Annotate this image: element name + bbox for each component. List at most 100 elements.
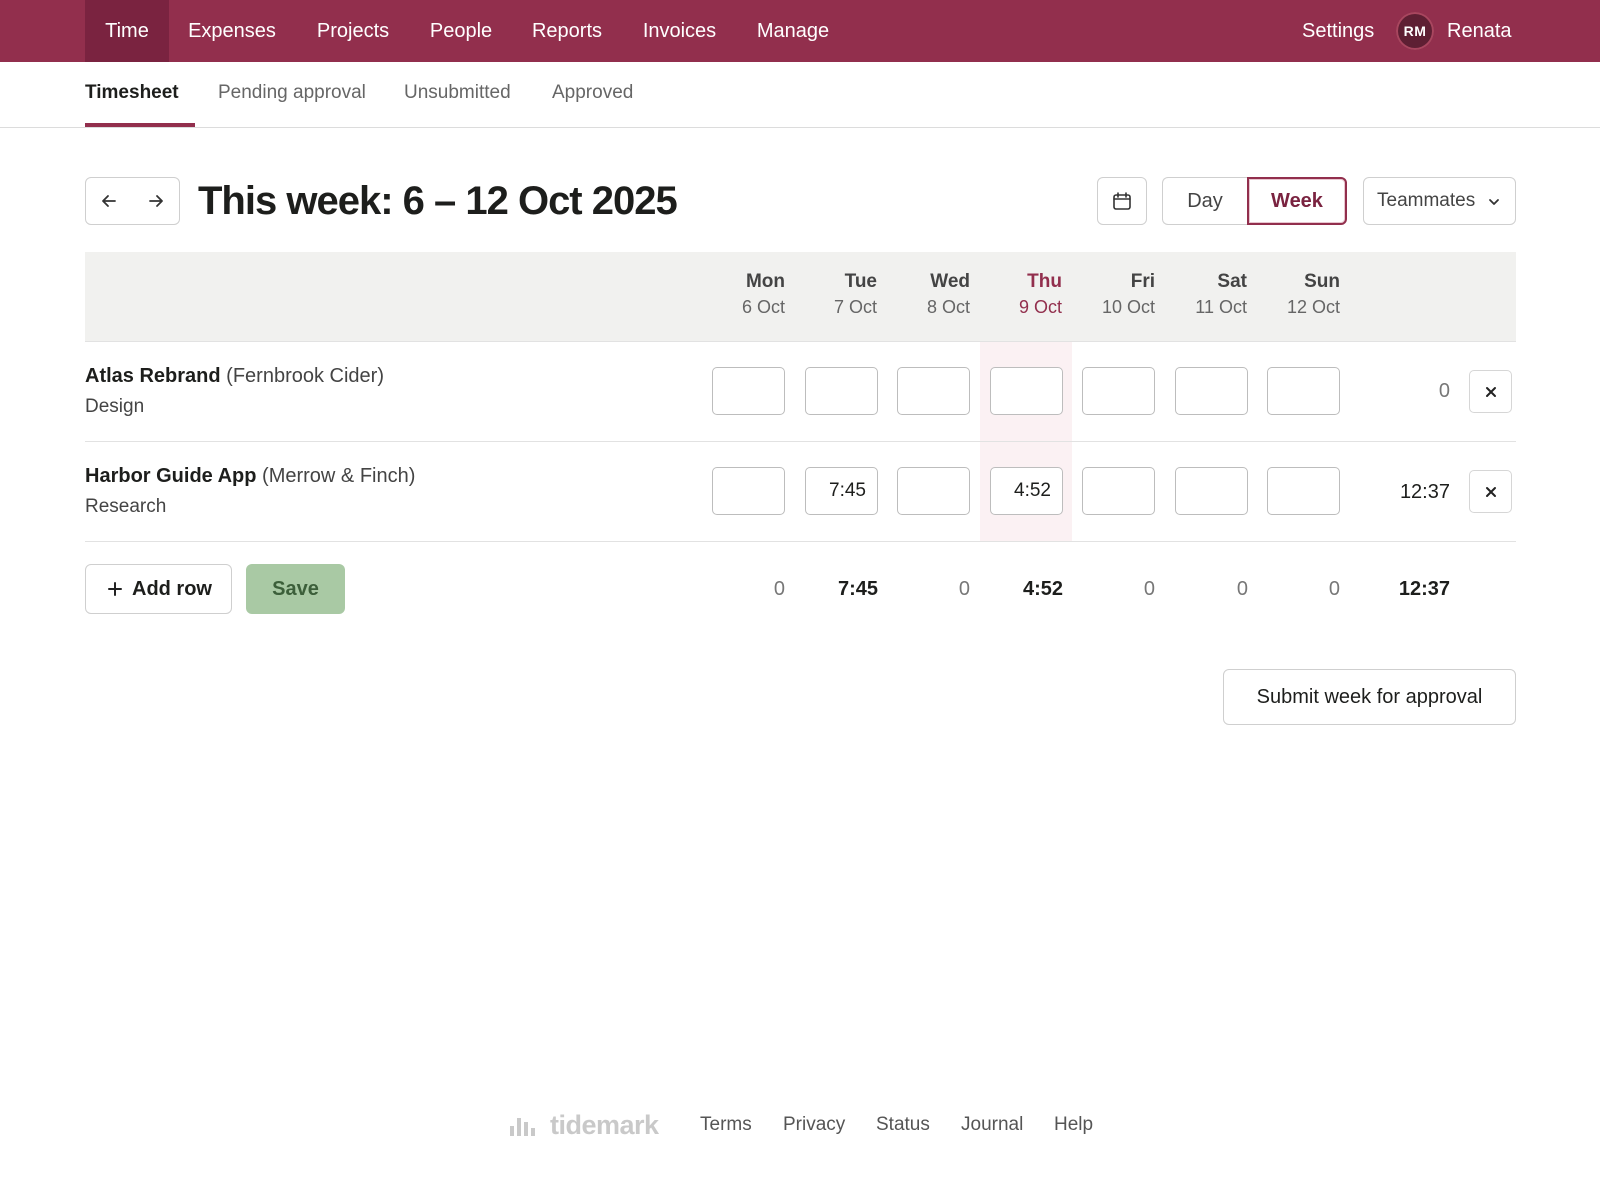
day-date: 7 Oct — [833, 297, 877, 317]
nav-tab-people[interactable]: People — [419, 0, 503, 62]
day-header-sun: Sun 12 Oct — [1250, 270, 1340, 320]
day-header-thu: Thu 9 Oct — [972, 270, 1062, 320]
previous-week-button[interactable] — [85, 177, 133, 225]
day-name: Wed — [930, 271, 970, 292]
row-task: Research — [85, 496, 167, 517]
day-header-wed: Wed 8 Oct — [880, 270, 970, 320]
day-name: Tue — [844, 271, 877, 292]
hours-input-harbor-sun[interactable] — [1267, 467, 1340, 515]
row-project: Atlas Rebrand (Fernbrook Cider) — [85, 363, 384, 389]
row-divider — [85, 441, 1516, 442]
project-name: Harbor Guide App — [85, 465, 257, 487]
row-task: Design — [85, 396, 145, 417]
brand-wordmark: tidemark — [550, 1109, 659, 1140]
day-total-thu: 4:52 — [1022, 578, 1063, 600]
hours-input-atlas-wed[interactable] — [897, 367, 970, 415]
hours-input-atlas-sun[interactable] — [1267, 367, 1340, 415]
nav-tab-manage[interactable]: Manage — [748, 0, 838, 62]
day-name: Sat — [1217, 271, 1247, 292]
bar-chart-logo-icon — [510, 1118, 535, 1136]
active-tab-indicator — [85, 123, 195, 127]
day-name: Mon — [745, 271, 785, 292]
day-header-tue: Tue 7 Oct — [787, 270, 877, 320]
row-project: Harbor Guide App (Merrow & Finch) — [85, 463, 415, 489]
nav-tab-reports[interactable]: Reports — [521, 0, 613, 62]
teammates-label: Teammates — [1377, 190, 1476, 211]
project-name: Atlas Rebrand — [85, 365, 221, 387]
calendar-icon — [1113, 192, 1131, 210]
arrow-left-icon — [102, 195, 116, 207]
view-day-button[interactable]: Day — [1162, 177, 1247, 225]
hours-input-harbor-wed[interactable] — [897, 467, 970, 515]
day-header-sat: Sat 11 Oct — [1157, 270, 1247, 320]
footer-link-status[interactable]: Status — [876, 1112, 930, 1138]
footer-link-terms[interactable]: Terms — [700, 1112, 752, 1138]
user-name[interactable]: Renata — [1447, 0, 1512, 62]
submit-week-button[interactable]: Submit week for approval — [1223, 669, 1516, 725]
footer-link-help[interactable]: Help — [1054, 1112, 1093, 1138]
day-total-sat: 0 — [1236, 578, 1248, 600]
day-total-sun: 0 — [1328, 578, 1340, 600]
day-total-tue: 7:45 — [837, 578, 878, 600]
day-total-fri: 0 — [1143, 578, 1155, 600]
hours-input-harbor-sat[interactable] — [1175, 467, 1248, 515]
hours-input-atlas-sat[interactable] — [1175, 367, 1248, 415]
footer-brand[interactable]: tidemark — [510, 1108, 659, 1142]
nav-tab-invoices[interactable]: Invoices — [630, 0, 729, 62]
plus-icon — [108, 582, 122, 596]
day-total-mon: 0 — [773, 578, 785, 600]
add-row-label: Add row — [132, 578, 212, 600]
settings-link[interactable]: Settings — [1302, 0, 1374, 62]
row-divider — [85, 541, 1516, 542]
hours-input-harbor-mon[interactable] — [712, 467, 785, 515]
day-header-fri: Fri 10 Oct — [1065, 270, 1155, 320]
avatar[interactable]: RM — [1396, 12, 1434, 50]
save-button[interactable]: Save — [246, 564, 345, 614]
client-name: (Fernbrook Cider) — [226, 365, 384, 387]
delete-row-button[interactable] — [1469, 470, 1512, 513]
day-name: Fri — [1130, 271, 1155, 292]
day-date: 12 Oct — [1286, 297, 1340, 317]
day-date: 9 Oct — [1018, 297, 1062, 317]
tab-timesheet[interactable]: Timesheet — [85, 62, 179, 128]
client-name: (Merrow & Finch) — [262, 465, 416, 487]
nav-tab-projects[interactable]: Projects — [302, 0, 404, 62]
tab-pending-approval[interactable]: Pending approval — [218, 62, 366, 128]
hours-input-harbor-fri[interactable] — [1082, 467, 1155, 515]
hours-input-atlas-thu[interactable] — [990, 367, 1063, 415]
tab-unsubmitted[interactable]: Unsubmitted — [404, 62, 511, 128]
day-total-wed: 0 — [958, 578, 970, 600]
nav-tab-expenses[interactable]: Expenses — [180, 0, 284, 62]
page-title: This week: 6 – 12 Oct 2025 — [198, 179, 678, 223]
hours-input-harbor-thu[interactable] — [990, 467, 1063, 515]
row-total: 12:37 — [1399, 481, 1450, 503]
hours-input-harbor-tue[interactable] — [805, 467, 878, 515]
teammates-dropdown[interactable]: Teammates — [1363, 177, 1516, 225]
day-name: Sun — [1304, 271, 1340, 292]
day-date: 8 Oct — [926, 297, 970, 317]
day-date: 6 Oct — [741, 297, 785, 317]
footer-link-journal[interactable]: Journal — [961, 1112, 1023, 1138]
nav-tab-time[interactable]: Time — [85, 0, 169, 62]
view-week-button[interactable]: Week — [1247, 177, 1347, 225]
hours-input-atlas-fri[interactable] — [1082, 367, 1155, 415]
next-week-button[interactable] — [132, 177, 180, 225]
top-navigation: Time Expenses Projects People Reports In… — [0, 0, 1600, 62]
day-header-mon: Mon 6 Oct — [695, 270, 785, 320]
hours-input-atlas-mon[interactable] — [712, 367, 785, 415]
day-date: 11 Oct — [1195, 297, 1247, 317]
delete-row-button[interactable] — [1469, 370, 1512, 413]
row-total: 0 — [1438, 380, 1450, 402]
tab-approved[interactable]: Approved — [552, 62, 633, 128]
close-icon — [1485, 486, 1496, 497]
day-date: 10 Oct — [1101, 297, 1155, 317]
week-grand-total: 12:37 — [1398, 578, 1450, 600]
arrow-right-icon — [148, 195, 163, 207]
day-name: Thu — [1027, 271, 1062, 292]
add-row-button[interactable]: Add row — [85, 564, 232, 614]
sub-navigation: Timesheet Pending approval Unsubmitted A… — [0, 62, 1600, 128]
footer-link-privacy[interactable]: Privacy — [783, 1112, 845, 1138]
hours-input-atlas-tue[interactable] — [805, 367, 878, 415]
chevron-down-icon — [1489, 199, 1499, 205]
calendar-button[interactable] — [1097, 177, 1147, 225]
